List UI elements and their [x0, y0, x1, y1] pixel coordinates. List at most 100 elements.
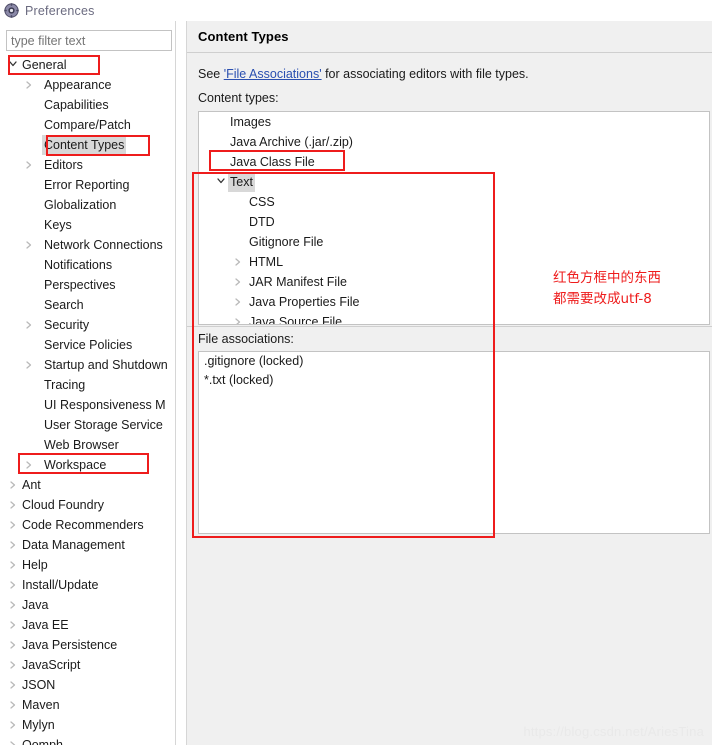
chevron-right-icon[interactable] — [7, 595, 18, 615]
sidebar-item-label: JSON — [22, 678, 56, 692]
content-type-row[interactable]: DTD — [199, 212, 709, 232]
sidebar-item-search[interactable]: Search — [0, 295, 184, 315]
content-type-row[interactable]: Images — [199, 112, 709, 132]
sidebar-item-startup-and-shutdown[interactable]: Startup and Shutdown — [0, 355, 184, 375]
chevron-down-icon[interactable] — [7, 55, 18, 75]
sidebar-item-service-policies[interactable]: Service Policies — [0, 335, 184, 355]
chevron-right-icon[interactable] — [23, 155, 34, 175]
sidebar-item-install-update[interactable]: Install/Update — [0, 575, 184, 595]
chevron-right-icon[interactable] — [7, 635, 18, 655]
annotation-note: 红色方框中的东西 都需要改成utf-8 — [553, 268, 661, 310]
sidebar-item-notifications[interactable]: Notifications — [0, 255, 184, 275]
hint-prefix: See — [198, 67, 224, 81]
sidebar-item-globalization[interactable]: Globalization — [0, 195, 184, 215]
sidebar-item-perspectives[interactable]: Perspectives — [0, 275, 184, 295]
chevron-right-icon[interactable] — [23, 455, 34, 475]
sidebar-item-web-browser[interactable]: Web Browser — [0, 435, 184, 455]
chevron-right-icon[interactable] — [7, 675, 18, 695]
content-type-label: Gitignore File — [249, 235, 324, 249]
sidebar-item-label: UI Responsiveness M — [44, 398, 166, 412]
sidebar-item-label: Capabilities — [44, 98, 109, 112]
sidebar-item-capabilities[interactable]: Capabilities — [0, 95, 184, 115]
chevron-right-icon[interactable] — [232, 312, 244, 324]
sidebar-item-javascript[interactable]: JavaScript — [0, 655, 184, 675]
sidebar-item-network-connections[interactable]: Network Connections — [0, 235, 184, 255]
content-type-row[interactable]: Java Archive (.jar/.zip) — [199, 132, 709, 152]
chevron-right-icon[interactable] — [23, 355, 34, 375]
sidebar-item-label: JavaScript — [22, 658, 81, 672]
file-associations-list[interactable]: .gitignore (locked) *.txt (locked) — [198, 351, 710, 534]
chevron-right-icon[interactable] — [7, 715, 18, 735]
page-header: Content Types — [187, 21, 712, 53]
sidebar-item-data-management[interactable]: Data Management — [0, 535, 184, 555]
sidebar-item-json[interactable]: JSON — [0, 675, 184, 695]
sidebar-item-help[interactable]: Help — [0, 555, 184, 575]
sidebar-item-appearance[interactable]: Appearance — [0, 75, 184, 95]
content-type-label: Java Archive (.jar/.zip) — [230, 135, 353, 149]
sidebar-item-user-storage-service[interactable]: User Storage Service — [0, 415, 184, 435]
chevron-right-icon[interactable] — [232, 252, 244, 272]
sidebar-item-label: User Storage Service — [44, 418, 163, 432]
sidebar-item-editors[interactable]: Editors — [0, 155, 184, 175]
sidebar: General Appearance Capabilities Compare/Pat… — [0, 21, 184, 745]
sidebar-item-label: Java — [22, 598, 49, 612]
sidebar-item-code-recommenders[interactable]: Code Recommenders — [0, 515, 184, 535]
watermark: https://blog.csdn.net/AriesTina — [523, 724, 704, 739]
sidebar-item-security[interactable]: Security — [0, 315, 184, 335]
sidebar-item-label: Mylyn — [22, 718, 55, 732]
sidebar-item-content-types[interactable]: Content Types — [0, 135, 184, 155]
window-title: Preferences — [25, 3, 95, 18]
content-type-row[interactable]: Java Class File — [199, 152, 709, 172]
sidebar-item-label: Search — [44, 298, 84, 312]
sidebar-item-java[interactable]: Java — [0, 595, 184, 615]
chevron-right-icon[interactable] — [7, 535, 18, 555]
preferences-tree[interactable]: General Appearance Capabilities Compare/Pat… — [0, 55, 184, 745]
chevron-right-icon[interactable] — [7, 615, 18, 635]
sidebar-item-maven[interactable]: Maven — [0, 695, 184, 715]
content-type-label: HTML — [249, 255, 284, 269]
content-type-row[interactable]: Text — [199, 172, 709, 192]
sidebar-item-ant[interactable]: Ant — [0, 475, 184, 495]
filter-input[interactable] — [6, 30, 172, 51]
sidebar-item-java-ee[interactable]: Java EE — [0, 615, 184, 635]
sidebar-item-label: Install/Update — [22, 578, 99, 592]
file-associations-hint: See 'File Associations' for associating … — [198, 67, 529, 81]
chevron-right-icon[interactable] — [7, 515, 18, 535]
chevron-right-icon[interactable] — [7, 475, 18, 495]
content-type-row[interactable]: Gitignore File — [199, 232, 709, 252]
sidebar-item-label: Editors — [44, 158, 83, 172]
sidebar-item-workspace[interactable]: Workspace — [0, 455, 184, 475]
annotation-note-line1: 红色方框中的东西 — [553, 270, 661, 286]
sidebar-scrollbar[interactable] — [176, 21, 184, 745]
sidebar-item-cloud-foundry[interactable]: Cloud Foundry — [0, 495, 184, 515]
sidebar-item-mylyn[interactable]: Mylyn — [0, 715, 184, 735]
chevron-right-icon[interactable] — [7, 495, 18, 515]
chevron-right-icon[interactable] — [7, 735, 18, 745]
sidebar-item-oomph[interactable]: Oomph — [0, 735, 184, 745]
sidebar-item-keys[interactable]: Keys — [0, 215, 184, 235]
chevron-right-icon[interactable] — [7, 655, 18, 675]
chevron-right-icon[interactable] — [7, 695, 18, 715]
content-type-row[interactable]: CSS — [199, 192, 709, 212]
sidebar-item-tracing[interactable]: Tracing — [0, 375, 184, 395]
chevron-right-icon[interactable] — [7, 555, 18, 575]
sidebar-item-java-persistence[interactable]: Java Persistence — [0, 635, 184, 655]
chevron-right-icon[interactable] — [23, 75, 34, 95]
sidebar-item-label: Appearance — [44, 78, 112, 92]
chevron-right-icon[interactable] — [23, 235, 34, 255]
file-associations-link[interactable]: 'File Associations' — [224, 67, 322, 81]
sidebar-item-label: Cloud Foundry — [22, 498, 104, 512]
chevron-right-icon[interactable] — [7, 575, 18, 595]
chevron-right-icon[interactable] — [232, 272, 244, 292]
sidebar-item-error-reporting[interactable]: Error Reporting — [0, 175, 184, 195]
chevron-right-icon[interactable] — [23, 315, 34, 335]
content-types-label: Content types: — [198, 91, 279, 105]
sidebar-item-general[interactable]: General — [0, 55, 184, 75]
content-type-row[interactable]: Java Source File — [199, 312, 709, 324]
file-association-row[interactable]: .gitignore (locked) — [199, 352, 709, 371]
sidebar-item-compare-patch[interactable]: Compare/Patch — [0, 115, 184, 135]
chevron-right-icon[interactable] — [232, 292, 244, 312]
chevron-down-icon[interactable] — [215, 172, 227, 192]
sidebar-item-ui-responsiveness-m[interactable]: UI Responsiveness M — [0, 395, 184, 415]
file-association-row[interactable]: *.txt (locked) — [199, 371, 709, 390]
